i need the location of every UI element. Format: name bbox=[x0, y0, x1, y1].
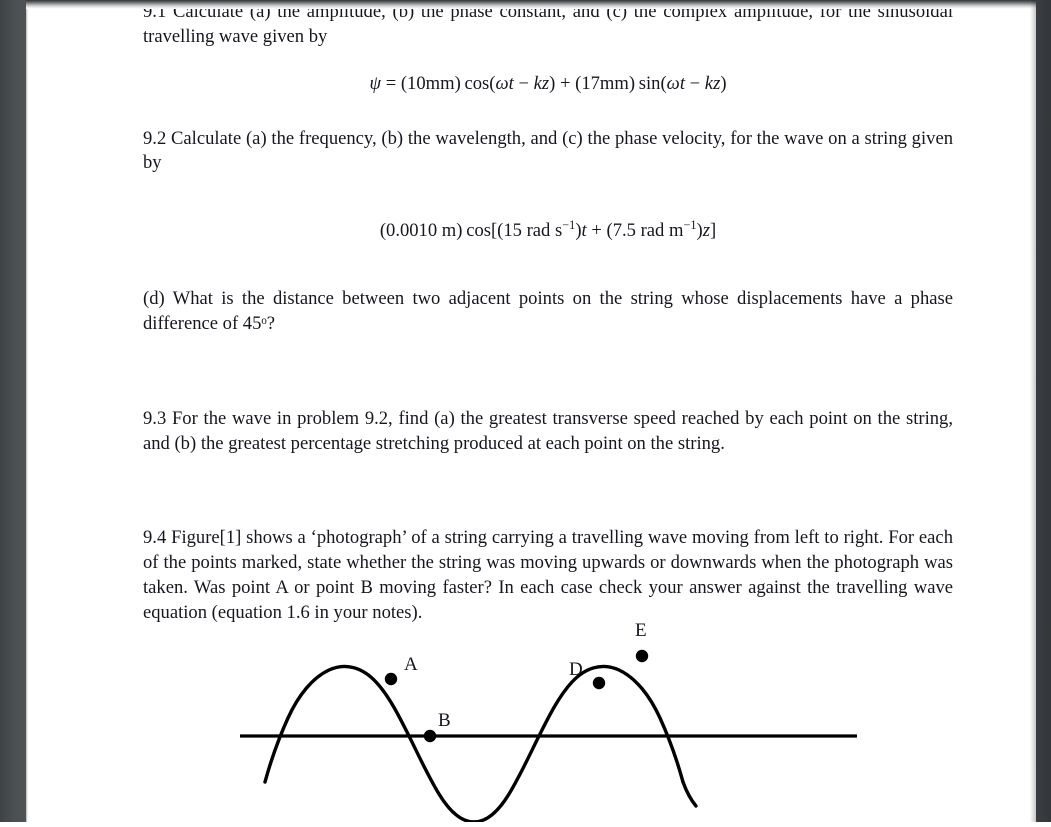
equation-9-1-amplitude-1: (10mm) bbox=[400, 72, 461, 94]
equation-9-1-psi: ψ bbox=[369, 72, 382, 94]
window-top-shadow bbox=[26, 0, 1036, 9]
point-dot-B bbox=[423, 729, 437, 743]
equation-9-2-amplitude: (0.0010 m) bbox=[379, 220, 463, 242]
problem-9-3-text: 9.3 For the wave in problem 9.2, find (a… bbox=[143, 407, 953, 454]
equation-9-1-sin: sin( bbox=[638, 72, 667, 94]
equation-9-2-k-value: 7.5 rad m bbox=[612, 220, 684, 242]
equation-9-1: ψ = (10mm) cos(ωt − kz) + (17mm) sin(ωt … bbox=[143, 72, 953, 96]
string-wave-curve-right-tail bbox=[681, 780, 698, 808]
equation-9-2-exponent-2: −1 bbox=[683, 218, 697, 232]
equation-9-1-minus-2: − bbox=[689, 72, 701, 94]
point-dot-E bbox=[635, 649, 649, 663]
equation-9-1-amplitude-2: (17mm) bbox=[575, 72, 636, 94]
equation-9-2-omega-value: 15 rad s bbox=[503, 220, 563, 242]
document-page: 9.1 Calculate (a) the amplitude, (b) the… bbox=[0, 0, 1051, 824]
equation-9-1-k-2: k bbox=[704, 72, 714, 94]
point-dot-D bbox=[592, 676, 606, 690]
equation-9-1-omega: ω bbox=[495, 72, 509, 94]
equation-9-2: (0.0010 m) cos[(15 rad s−1)t + (7.5 rad … bbox=[143, 219, 953, 243]
point-label-B: B bbox=[438, 710, 451, 731]
wave-figure-svg bbox=[240, 649, 857, 824]
window-chrome-left bbox=[0, 0, 26, 822]
point-label-A: A bbox=[404, 654, 418, 675]
string-wave-curve bbox=[263, 664, 476, 824]
point-label-E: E bbox=[635, 620, 647, 641]
equation-9-1-equals: = bbox=[385, 72, 397, 94]
problem-9-2-part-d-text: (d) What is the distance between two adj… bbox=[143, 288, 953, 334]
equation-9-1-k-1: k bbox=[533, 72, 542, 94]
document-body: 9.1 Calculate (a) the amplitude, (b) the… bbox=[143, 0, 953, 626]
string-wave-curve-trough bbox=[472, 664, 685, 824]
equation-9-1-close-2: ) bbox=[720, 72, 727, 94]
equation-9-1-cos: cos( bbox=[464, 72, 496, 94]
equation-9-1-minus-1: − bbox=[518, 72, 529, 94]
problem-9-2-text: 9.2 Calculate (a) the frequency, (b) the… bbox=[143, 127, 953, 174]
equation-9-2-z: z bbox=[702, 220, 710, 242]
equation-9-1-omega-2: ω bbox=[666, 72, 680, 94]
window-chrome-right bbox=[1036, 0, 1051, 822]
paper-sheet: 9.1 Calculate (a) the amplitude, (b) the… bbox=[26, 0, 1036, 824]
equation-9-2-cos-bracket: cos[( bbox=[466, 220, 504, 242]
point-label-D: D bbox=[569, 659, 583, 680]
figure-1-wave-diagram: A B D E bbox=[26, 600, 1036, 824]
equation-9-2-exponent-1: −1 bbox=[562, 218, 576, 232]
point-dot-A bbox=[384, 672, 398, 686]
equation-9-2-close-bracket: ] bbox=[709, 220, 717, 242]
equation-9-2-plus: + bbox=[591, 220, 602, 242]
equation-9-1-plus: + bbox=[559, 72, 571, 94]
